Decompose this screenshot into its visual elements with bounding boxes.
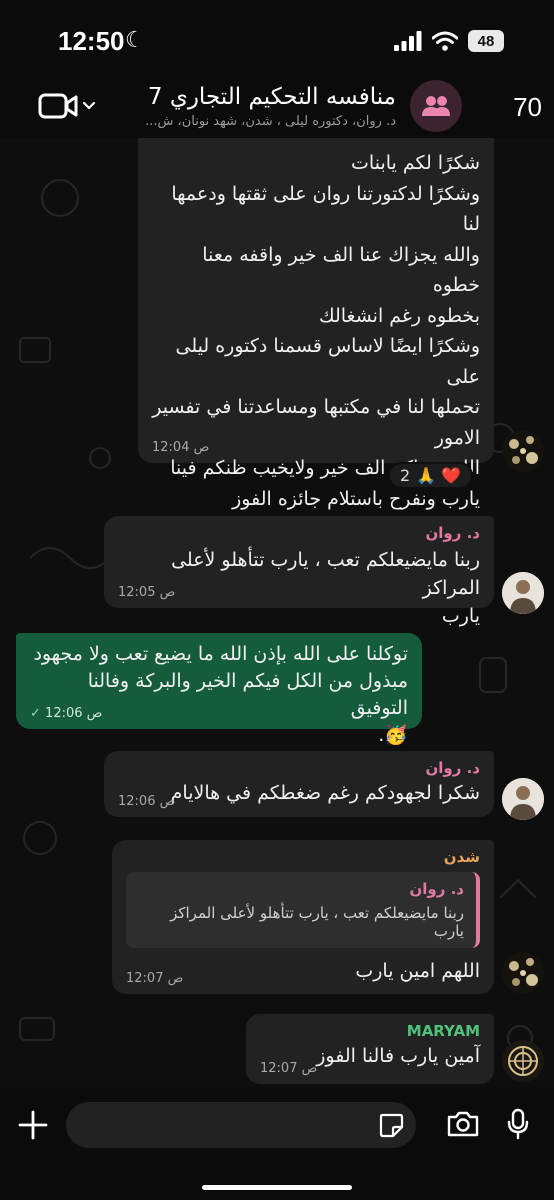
- status-time: 12:50: [58, 26, 125, 56]
- message-input[interactable]: [66, 1102, 416, 1148]
- message-bubble-outgoing[interactable]: توكلنا على الله بإذن الله ما يضيع تعب ول…: [16, 633, 422, 746]
- home-indicator: [202, 1185, 352, 1190]
- sender-avatar[interactable]: [502, 430, 544, 472]
- sender-name[interactable]: MARYAM: [260, 1022, 480, 1040]
- person-avatar-image: [502, 778, 544, 820]
- sender-name[interactable]: د. روان: [118, 524, 480, 542]
- chevron-down-icon: [82, 101, 96, 110]
- ornament-avatar-image: [502, 1040, 544, 1082]
- flower-avatar-image: [502, 430, 544, 472]
- message-time-text: 12:06 ص: [45, 706, 103, 721]
- plus-icon[interactable]: [18, 1110, 48, 1140]
- message-bubble[interactable]: MARYAM آمين يارب فالنا الفوز 12:07 ص: [246, 1014, 494, 1084]
- message-text: شكرًا لكم يابنات وشكرًا لدكتورتنا روان ع…: [152, 152, 480, 571]
- message-time: 12:05 ص: [118, 585, 176, 600]
- message-bubble[interactable]: شكرًا لكم يابنات وشكرًا لدكتورتنا روان ع…: [138, 138, 494, 571]
- video-call-button[interactable]: [38, 92, 96, 120]
- signal-icon: [394, 31, 422, 51]
- reaction-count: 2: [400, 466, 411, 485]
- battery-indicator: 48: [468, 30, 504, 52]
- person-avatar-image: [502, 572, 544, 614]
- moon-icon: ☾: [125, 28, 145, 53]
- sender-avatar[interactable]: [502, 1040, 544, 1082]
- message-composer: [0, 1088, 554, 1200]
- sender-avatar[interactable]: [502, 952, 544, 994]
- message-time: 12:04 ص: [152, 440, 210, 455]
- camera-icon[interactable]: [446, 1110, 480, 1138]
- message-bubble[interactable]: شدن د. روان ربنا مايضيعلكم تعب ، يارب تت…: [112, 840, 494, 994]
- sender-name[interactable]: شدن: [126, 848, 480, 866]
- message-bubble[interactable]: د. روان ربنا مايضيعلكم تعب ، يارب تتأهلو…: [104, 516, 494, 627]
- back-unread-count[interactable]: 70: [513, 92, 542, 123]
- quoted-text: ربنا مايضيعلكم تعب ، يارب تتأهلو لأعلى ا…: [170, 904, 464, 940]
- sender-name[interactable]: د. روان: [118, 759, 480, 777]
- flower-avatar-image: [502, 952, 544, 994]
- message-reactions[interactable]: 2 🙏 ❤️: [388, 462, 474, 489]
- quoted-sender: د. روان: [409, 880, 464, 898]
- sender-avatar[interactable]: [502, 572, 544, 614]
- microphone-icon[interactable]: [506, 1108, 530, 1140]
- quoted-message[interactable]: د. روان ربنا مايضيعلكم تعب ، يارب تتأهلو…: [126, 872, 480, 948]
- message-time: 12:07 ص: [260, 1061, 318, 1076]
- status-bar: 12:50 ☾ 48: [0, 0, 554, 80]
- message-bubble[interactable]: د. روان شكرا لجهودكم رغم ضغطكم في هالايا…: [104, 751, 494, 817]
- group-avatar[interactable]: [410, 80, 462, 132]
- group-icon: [422, 96, 450, 116]
- video-camera-icon: [38, 93, 78, 119]
- chat-members-subtitle[interactable]: د. روان، دكتوره ليلى ، شدن، شهد نونان، ش…: [106, 114, 396, 129]
- message-text: توكلنا على الله بإذن الله ما يضيع تعب ول…: [33, 643, 408, 746]
- chat-title[interactable]: منافسه التحكيم التجاري 7: [148, 84, 396, 110]
- sticker-icon[interactable]: [378, 1112, 404, 1138]
- sender-avatar[interactable]: [502, 778, 544, 820]
- wifi-icon: [432, 31, 458, 51]
- message-time: 12:07 ص: [126, 971, 184, 986]
- reaction-emojis: 🙏 ❤️: [416, 466, 462, 485]
- message-time: 12:06 ص: [118, 794, 176, 809]
- chat-area[interactable]: شكرًا لكم يابنات وشكرًا لدكتورتنا روان ع…: [0, 138, 554, 1088]
- message-time: ✓ 12:06 ص: [30, 706, 102, 721]
- chat-header: 70 منافسه التحكيم التجاري 7 د. روان، دكت…: [0, 72, 554, 138]
- read-check-icon: ✓: [30, 706, 41, 721]
- status-icons: 48: [394, 30, 504, 52]
